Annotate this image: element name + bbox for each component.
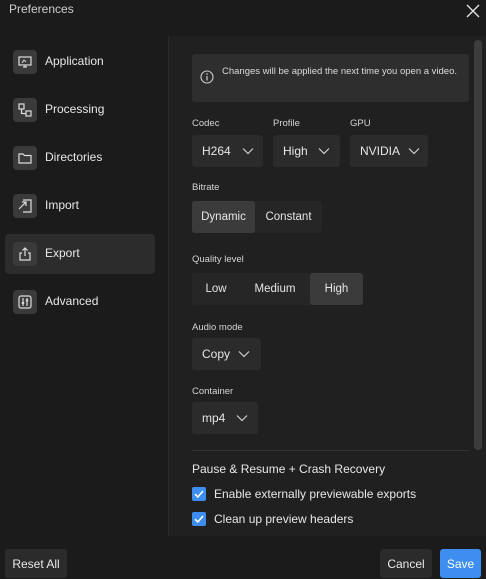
profile-label: Profile <box>273 118 300 129</box>
bitrate-option-constant[interactable]: Constant <box>255 201 322 233</box>
info-banner: Changes will be applied the next time yo… <box>192 54 469 102</box>
profile-dropdown[interactable]: High <box>273 135 340 167</box>
container-value: mp4 <box>202 411 226 425</box>
sidebar-item-application[interactable]: Application <box>5 42 155 82</box>
bitrate-segmented-control: Dynamic Constant <box>192 201 322 233</box>
check-label: Enable externally previewable exports <box>214 487 417 501</box>
profile-value: High <box>283 144 308 158</box>
checkmark-icon <box>194 490 204 499</box>
reset-all-button[interactable]: Reset All <box>5 549 67 578</box>
sidebar-item-advanced[interactable]: Advanced <box>5 282 155 322</box>
title-bar: Preferences <box>0 0 486 24</box>
processing-icon <box>13 98 37 122</box>
chevron-down-icon <box>236 415 248 422</box>
codec-value: H264 <box>202 144 231 158</box>
section-divider <box>192 450 469 451</box>
sidebar-item-label: Advanced <box>45 294 99 308</box>
codec-label: Codec <box>192 118 220 129</box>
quality-option-high[interactable]: High <box>310 273 363 305</box>
cancel-button[interactable]: Cancel <box>380 549 432 578</box>
gpu-value: NVIDIA <box>360 144 401 158</box>
info-text: Changes will be applied the next time yo… <box>222 66 458 77</box>
audio-mode-value: Copy <box>202 347 231 361</box>
sidebar-item-label: Directories <box>45 150 103 164</box>
sidebar-item-import[interactable]: Import <box>5 186 155 226</box>
gpu-dropdown[interactable]: NVIDIA <box>350 135 428 167</box>
advanced-icon <box>13 290 37 314</box>
crash-recovery-section-title: Pause & Resume + Crash Recovery <box>192 462 386 476</box>
sidebar-item-label: Application <box>45 54 104 68</box>
codec-dropdown[interactable]: H264 <box>192 135 263 167</box>
sidebar-item-processing[interactable]: Processing <box>5 90 155 130</box>
sidebar-item-directories[interactable]: Directories <box>5 138 155 178</box>
save-button[interactable]: Save <box>440 549 481 578</box>
sidebar-item-label: Processing <box>45 102 105 116</box>
quality-segmented-control: Low Medium High <box>192 273 363 305</box>
checkmark-icon <box>194 515 204 524</box>
sidebar-item-label: Export <box>45 246 80 260</box>
dialog-footer: Reset All Cancel Save <box>0 536 486 579</box>
scrollbar[interactable] <box>474 40 482 450</box>
gpu-label: GPU <box>350 118 371 129</box>
sidebar-item-label: Import <box>45 198 80 212</box>
quality-level-label: Quality level <box>192 254 244 265</box>
window-title: Preferences <box>9 2 74 16</box>
bitrate-label: Bitrate <box>192 182 220 193</box>
close-button[interactable] <box>464 2 482 20</box>
audio-mode-dropdown[interactable]: Copy <box>192 338 261 370</box>
quality-option-low[interactable]: Low <box>192 273 240 305</box>
application-icon <box>13 50 37 74</box>
sidebar: Application Processing Directories Impor… <box>0 36 168 536</box>
chevron-down-icon <box>408 148 420 155</box>
sidebar-item-export[interactable]: Export <box>5 234 155 274</box>
audio-mode-label: Audio mode <box>192 322 243 333</box>
chevron-down-icon <box>242 148 254 155</box>
import-icon <box>13 194 37 218</box>
bitrate-option-dynamic[interactable]: Dynamic <box>192 201 255 233</box>
check-label: Clean up preview headers <box>214 512 354 526</box>
export-icon <box>13 242 37 266</box>
checkbox-checked[interactable] <box>192 487 206 501</box>
chevron-down-icon <box>318 148 330 155</box>
enable-previewable-exports-checkbox[interactable]: Enable externally previewable exports <box>192 487 422 503</box>
quality-option-medium[interactable]: Medium <box>240 273 310 305</box>
checkbox-checked[interactable] <box>192 512 206 526</box>
clean-up-preview-headers-checkbox[interactable]: Clean up preview headers <box>192 512 362 528</box>
info-icon <box>200 70 214 84</box>
chevron-down-icon <box>238 351 250 358</box>
container-dropdown[interactable]: mp4 <box>192 402 258 434</box>
container-label: Container <box>192 386 234 397</box>
close-icon <box>466 4 480 18</box>
folder-icon <box>13 146 37 170</box>
